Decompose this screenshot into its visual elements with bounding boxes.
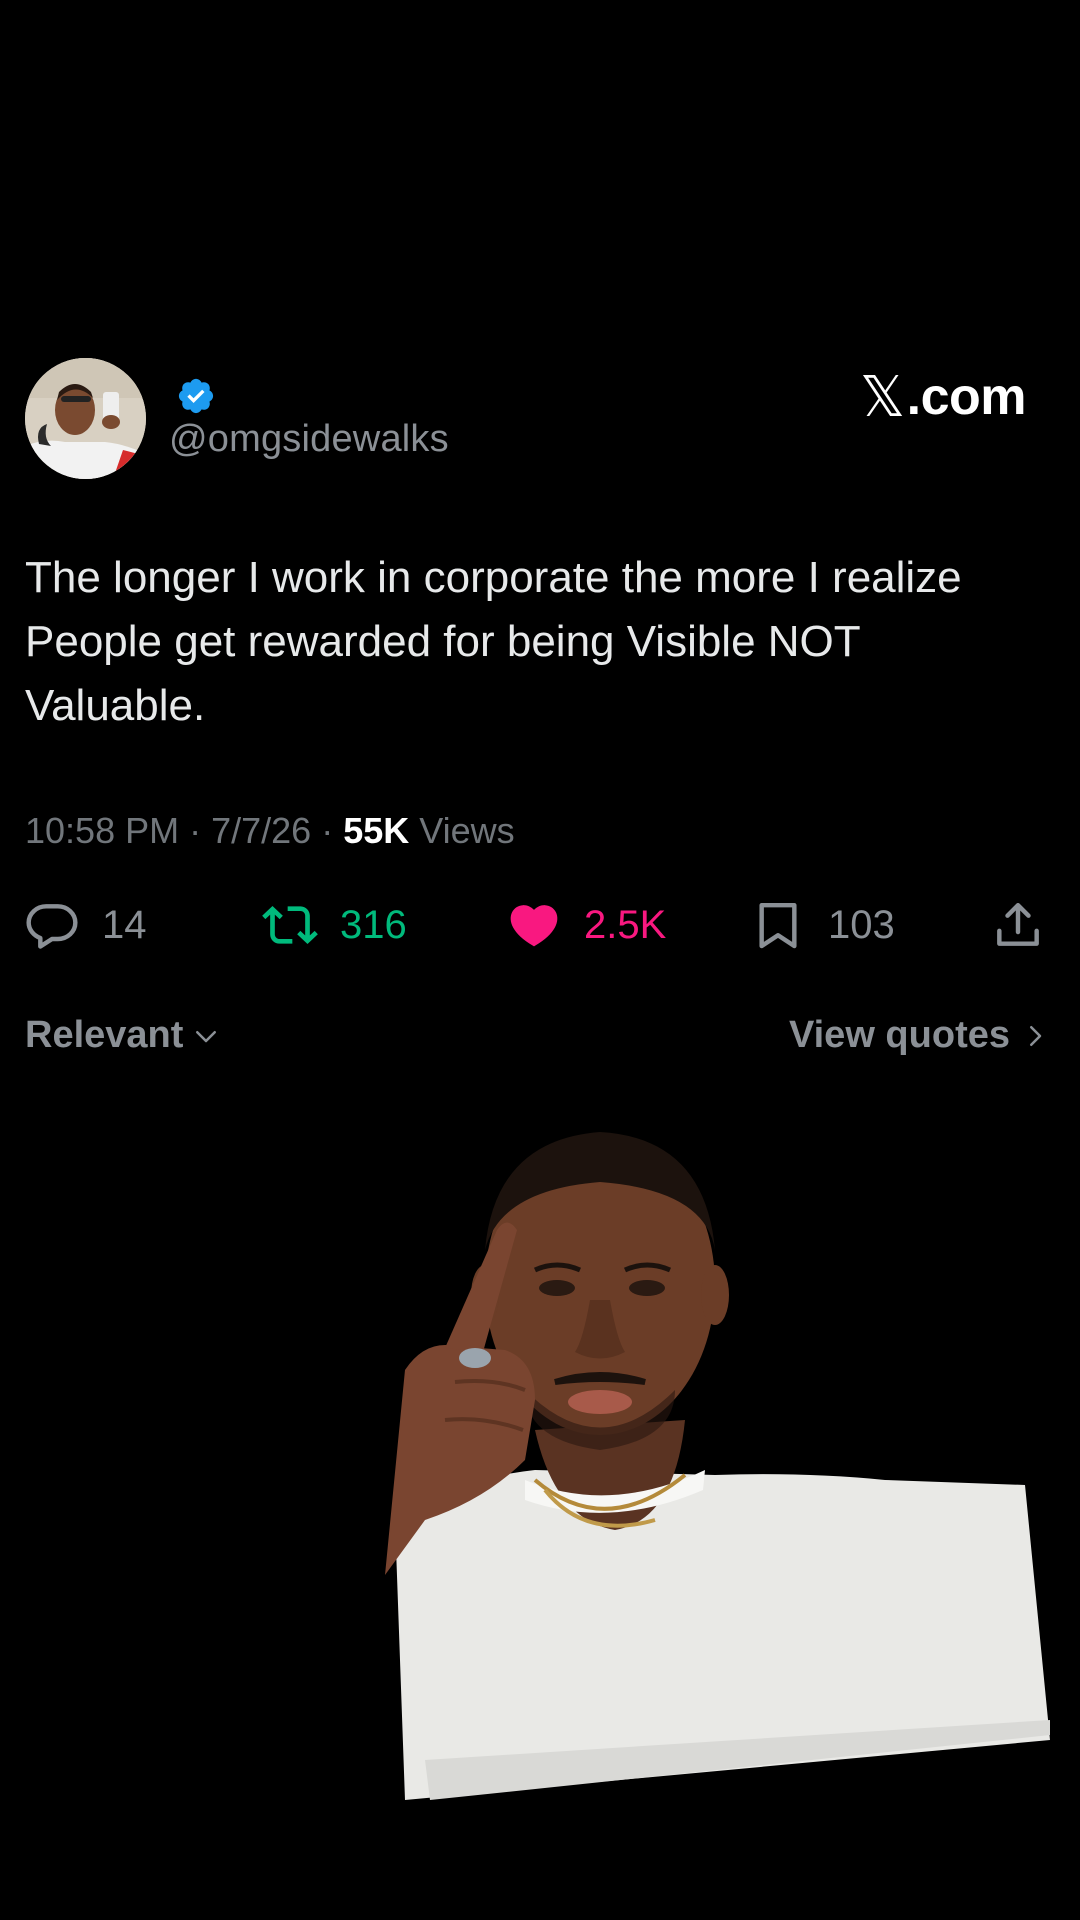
sort-dropdown[interactable]: Relevant [25, 1014, 221, 1057]
view-quotes-label: View quotes [788, 1014, 1010, 1056]
chevron-down-icon [196, 1030, 217, 1042]
bookmark-icon [759, 902, 797, 949]
bookmark-count: 103 [828, 902, 895, 947]
meta-separator: · [311, 810, 344, 851]
share-button[interactable] [990, 896, 1046, 954]
reply-icon [26, 904, 78, 949]
view-quotes-link[interactable]: View quotes [789, 1014, 1050, 1057]
video-overlay-person [385, 1132, 1050, 1800]
author-avatar[interactable] [25, 358, 146, 479]
bookmark-button[interactable]: 103 [750, 896, 895, 954]
x-logo-icon: 𝕏 [860, 365, 905, 428]
views-count: 55K [343, 810, 410, 851]
tweet-line: Valuable. [25, 681, 206, 730]
views-label: Views [409, 810, 515, 851]
chevron-right-icon [1030, 1025, 1042, 1046]
sort-label: Relevant [25, 1014, 184, 1056]
tweet-date[interactable]: 7/7/26 [211, 810, 311, 851]
heart-icon [510, 905, 558, 947]
brand-logo: 𝕏 .com [860, 364, 1027, 430]
tweet-time[interactable]: 10:58 PM [25, 810, 179, 851]
reply-button[interactable]: 14 [24, 896, 147, 954]
reply-count: 14 [102, 902, 147, 947]
tweet-meta: 10:58 PM · 7/7/26 · 55K Views [25, 810, 515, 852]
avatar-photo [25, 358, 146, 479]
tweet-line: People get rewarded for being Visible NO… [25, 617, 861, 666]
tweet-line: The longer I work in corporate the more … [25, 553, 962, 602]
verified-badge-icon [178, 378, 214, 414]
repost-count: 316 [340, 902, 407, 947]
like-button[interactable]: 2.5K [506, 896, 666, 954]
repost-icon [262, 906, 318, 944]
share-icon [997, 902, 1039, 946]
brand-label: .com [906, 368, 1027, 426]
meta-separator: · [179, 810, 212, 851]
repost-button[interactable]: 316 [262, 896, 407, 954]
like-count: 2.5K [584, 902, 667, 947]
tweet-text: The longer I work in corporate the more … [25, 546, 1045, 738]
author-handle[interactable]: @omgsidewalks [169, 418, 449, 461]
